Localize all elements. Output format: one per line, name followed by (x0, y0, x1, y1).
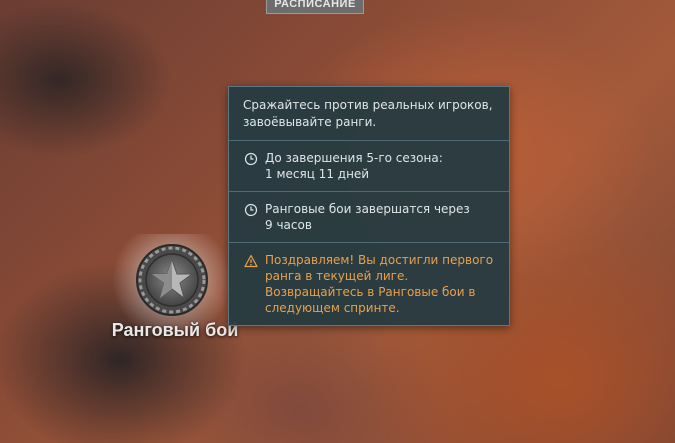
season-info: До завершения 5-го сезона: 1 месяц 11 дн… (265, 150, 443, 182)
warning-icon (244, 254, 258, 268)
battles-info: Ранговые бои завершатся через 9 часов (265, 201, 470, 233)
tooltip-season-section: До завершения 5-го сезона: 1 месяц 11 дн… (229, 140, 509, 191)
season-label: До завершения 5-го сезона: (265, 151, 443, 165)
clock-icon (244, 152, 258, 166)
season-value: 1 месяц 11 дней (265, 167, 370, 181)
schedule-button[interactable]: РАСПИСАНИЕ (266, 0, 364, 14)
battles-label: Ранговые бои завершатся через (265, 202, 470, 216)
tooltip-description-section: Сражайтесь против реальных игроков, заво… (229, 87, 509, 140)
battles-value: 9 часов (265, 218, 312, 232)
game-port-scene: РАСПИСАНИЕ Ранговый бой Сражайтесь проти… (0, 0, 675, 443)
tooltip-notice-section: Поздравляем! Вы достигли первого ранга в… (229, 242, 509, 325)
notice-text: Поздравляем! Вы достигли первого ранга в… (265, 253, 494, 315)
mode-label: Ранговый бой (111, 320, 239, 340)
ranked-medal-icon (136, 244, 208, 316)
tooltip-battles-section: Ранговые бои завершатся через 9 часов (229, 191, 509, 242)
mode-tooltip: Сражайтесь против реальных игроков, заво… (228, 86, 510, 326)
clock-icon (244, 203, 258, 217)
tooltip-description: Сражайтесь против реальных игроков, заво… (243, 98, 493, 129)
